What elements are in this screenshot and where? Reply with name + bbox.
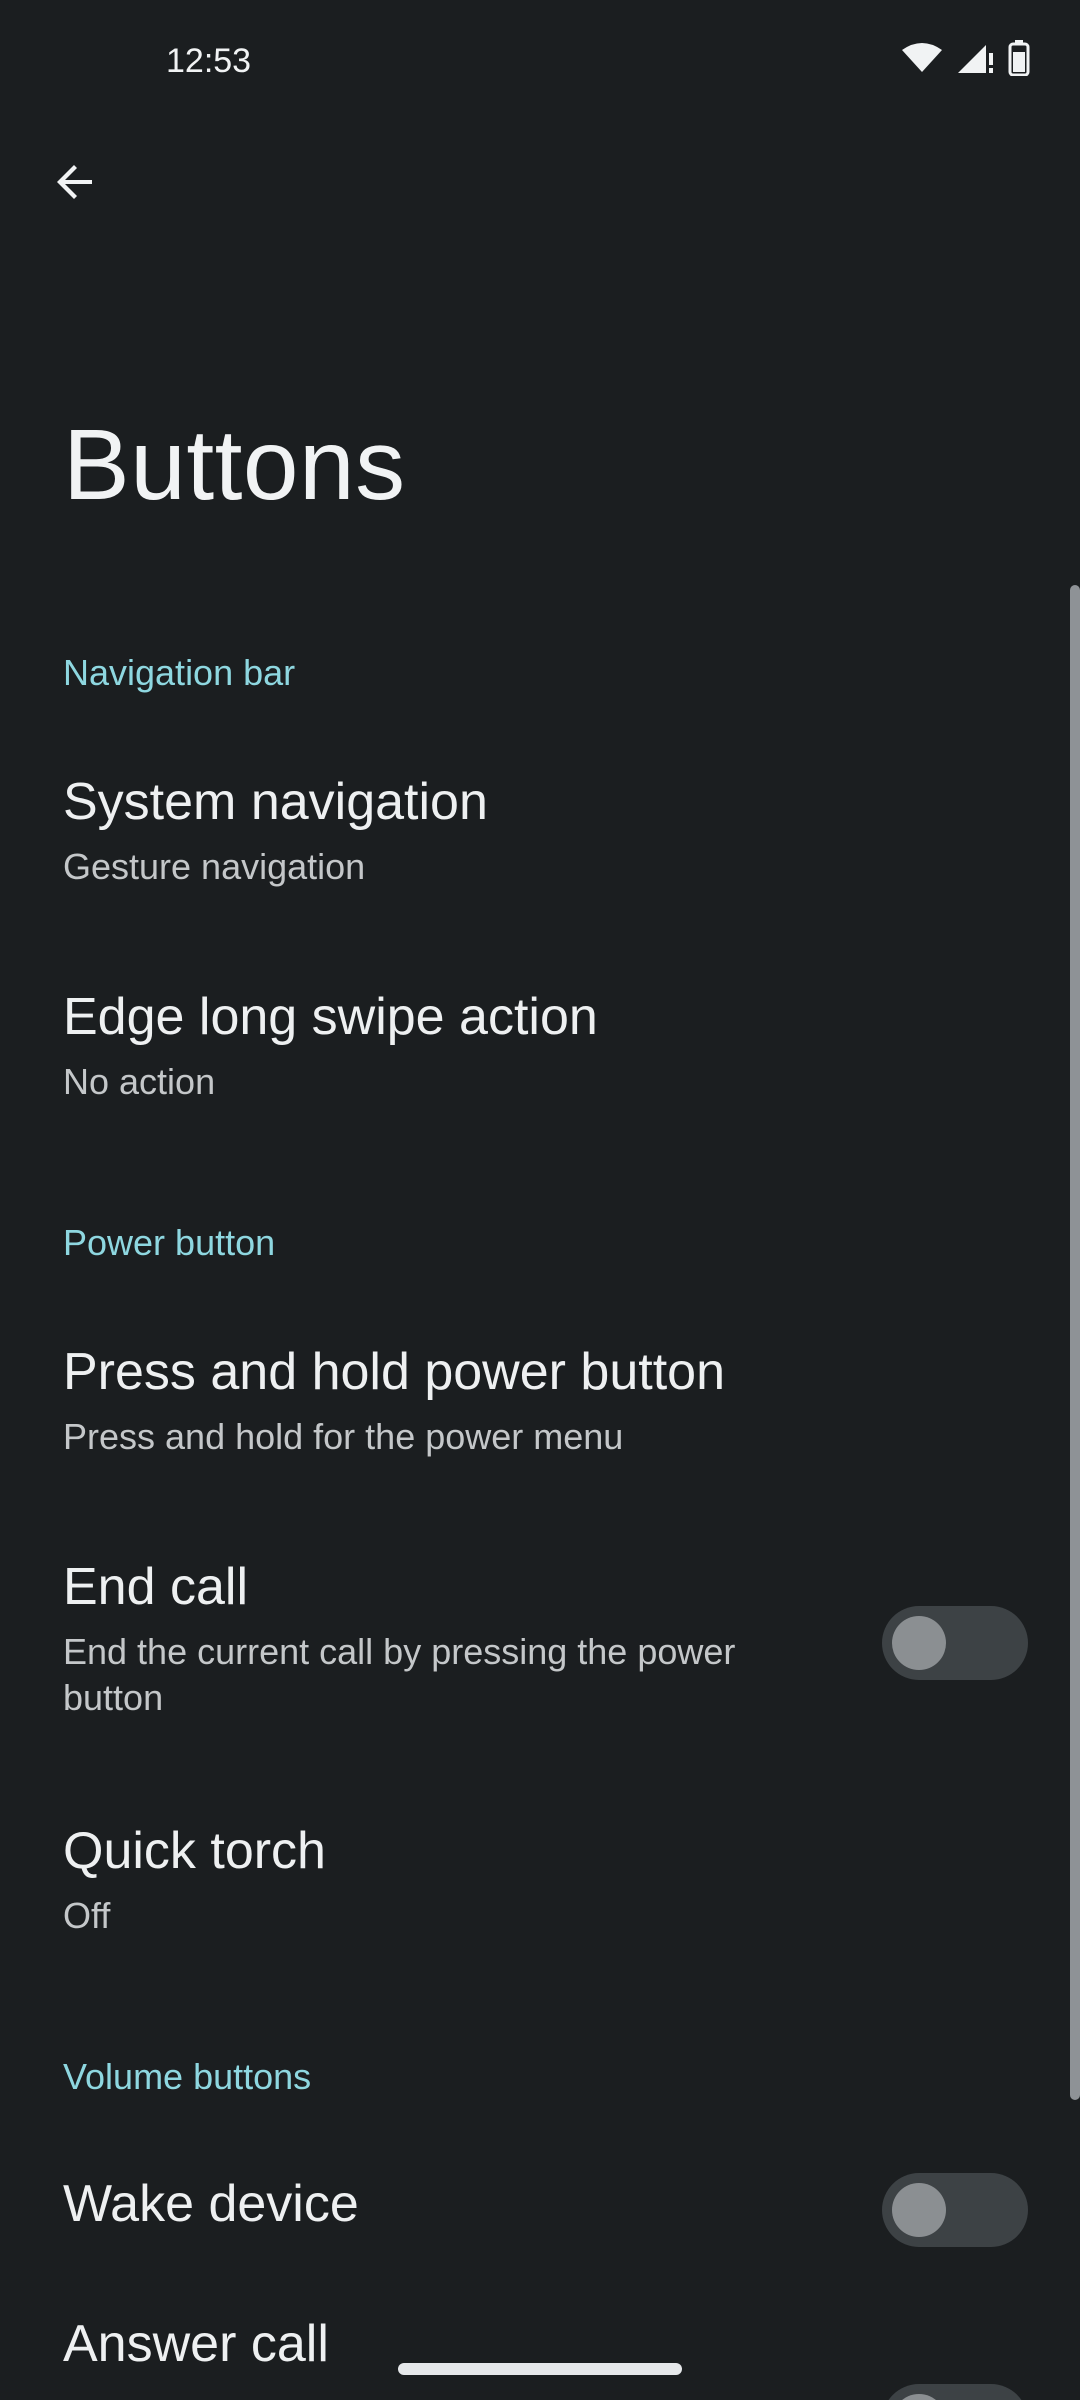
end-call-item[interactable]: End call End the current call by pressin… [0,1533,1068,1763]
answer-call-toggle[interactable] [882,2384,1028,2400]
status-bar: 12:53 [0,0,1080,120]
page-title: Buttons [63,409,406,521]
answer-call-item[interactable]: Answer call [0,2310,1068,2400]
section-header-navigation-bar: Navigation bar [63,652,296,693]
wake-device-item[interactable]: Wake device [0,2150,1068,2270]
status-icons [902,40,1030,81]
wake-device-toggle[interactable] [882,2173,1028,2247]
row-title: Wake device [63,2175,359,2233]
status-time: 12:53 [166,42,252,80]
row-title: Edge long swipe action [63,988,598,1046]
press-and-hold-power-button-item[interactable]: Press and hold power button Press and ho… [0,1318,1068,1503]
system-navigation-item[interactable]: System navigation Gesture navigation [0,748,1068,933]
row-summary: Off [63,1895,111,1936]
toggle-knob [892,1616,946,1670]
end-call-toggle[interactable] [882,1606,1028,1680]
edge-long-swipe-action-item[interactable]: Edge long swipe action No action [0,963,1068,1148]
row-summary: End the current call by pressing the pow… [63,1631,736,1718]
toggle-knob [892,2183,946,2237]
home-indicator[interactable] [398,2363,682,2375]
row-summary: Gesture navigation [63,846,366,887]
toggle-knob [892,2394,946,2400]
row-title: Press and hold power button [63,1343,725,1401]
wifi-icon [902,42,942,79]
signal-icon [956,41,994,80]
row-summary: Press and hold for the power menu [63,1416,624,1457]
row-title: Quick torch [63,1822,326,1880]
row-summary: No action [63,1061,216,1102]
back-button[interactable] [40,148,112,220]
row-title: System navigation [63,773,488,831]
section-header-power-button: Power button [63,1222,276,1263]
row-title: Answer call [63,2315,329,2373]
row-title: End call [63,1558,248,1616]
arrow-back-icon [52,158,100,211]
section-header-volume-buttons: Volume buttons [63,2056,312,2097]
quick-torch-item[interactable]: Quick torch Off [0,1797,1068,1982]
battery-icon [1008,40,1030,81]
scrollbar[interactable] [1070,585,1080,2100]
